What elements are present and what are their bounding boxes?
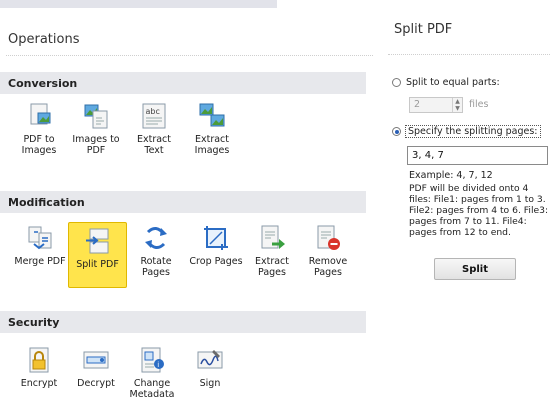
decrypt-icon bbox=[83, 351, 109, 369]
op-pdf-to-images[interactable]: PDF to Images bbox=[10, 102, 68, 156]
merge-pdf-icon bbox=[28, 226, 52, 250]
op-merge-pdf[interactable]: Merge PDF bbox=[10, 224, 70, 267]
divider bbox=[6, 55, 373, 56]
op-label: PDF to Images bbox=[21, 134, 57, 156]
encrypt-icon bbox=[29, 347, 49, 373]
op-label: Images to PDF bbox=[72, 134, 120, 156]
op-label: Rotate Pages bbox=[140, 256, 172, 278]
crop-pages-icon bbox=[204, 226, 228, 250]
stepper-arrows-icon[interactable]: ▲ ▼ bbox=[452, 98, 462, 112]
op-label: Change Metadata bbox=[129, 378, 175, 400]
op-label: Merge PDF bbox=[14, 256, 66, 267]
extract-images-icon bbox=[199, 103, 225, 127]
split-equal-parts-label[interactable]: Split to equal parts: bbox=[406, 77, 500, 88]
operations-title: Operations bbox=[8, 32, 80, 47]
change-metadata-icon: i bbox=[141, 347, 164, 373]
op-label: Crop Pages bbox=[189, 256, 243, 267]
split-button[interactable]: Split bbox=[434, 258, 516, 280]
op-split-pdf[interactable]: Split PDF bbox=[68, 222, 127, 288]
splitting-pages-input[interactable]: 3, 4, 7 bbox=[407, 146, 548, 165]
extract-pages-icon bbox=[261, 225, 285, 249]
op-label: Extract Text bbox=[136, 134, 172, 156]
op-sign[interactable]: Sign bbox=[181, 346, 239, 389]
op-extract-pages[interactable]: Extract Pages bbox=[243, 224, 301, 278]
pdf-to-images-icon bbox=[30, 103, 51, 125]
section-header-security: Security bbox=[0, 311, 366, 333]
split-pdf-panel: Split PDF Split to equal parts: 2 ▲ ▼ fil… bbox=[380, 0, 550, 402]
op-label: Remove Pages bbox=[308, 256, 348, 278]
rotate-pages-icon bbox=[145, 227, 167, 249]
remove-pages-icon bbox=[317, 225, 340, 250]
op-images-to-pdf[interactable]: Images to PDF bbox=[67, 102, 125, 156]
example-text: Example: 4, 7, 12 bbox=[409, 170, 493, 181]
op-decrypt[interactable]: Decrypt bbox=[67, 346, 125, 389]
divider bbox=[388, 54, 550, 55]
op-remove-pages[interactable]: Remove Pages bbox=[299, 224, 357, 278]
split-panel-title: Split PDF bbox=[394, 22, 453, 37]
op-label: Encrypt bbox=[20, 378, 58, 389]
section-header-conversion: Conversion bbox=[0, 72, 366, 94]
op-label: Decrypt bbox=[77, 378, 115, 389]
op-label: Extract Pages bbox=[254, 256, 290, 278]
section-header-modification: Modification bbox=[0, 191, 366, 213]
split-pdf-icon bbox=[85, 228, 108, 254]
parts-count-value: 2 bbox=[414, 99, 421, 110]
op-rotate-pages[interactable]: Rotate Pages bbox=[127, 224, 185, 278]
op-extract-text[interactable]: abc Extract Text bbox=[125, 102, 183, 156]
images-to-pdf-icon bbox=[84, 104, 108, 129]
parts-unit-label: files bbox=[469, 99, 489, 110]
svg-text:i: i bbox=[157, 361, 159, 369]
radio-split-equal-parts[interactable] bbox=[392, 78, 401, 87]
operations-panel: Operations Conversion PDF to Images Imag… bbox=[0, 0, 380, 402]
svg-text:abc: abc bbox=[146, 107, 160, 116]
specify-pages-label[interactable]: Specify the splitting pages: bbox=[405, 125, 541, 138]
sign-icon bbox=[197, 350, 223, 369]
op-label: Split PDF bbox=[76, 259, 119, 270]
extract-text-icon: abc bbox=[142, 103, 166, 129]
op-encrypt[interactable]: Encrypt bbox=[10, 346, 68, 389]
radio-specify-pages[interactable] bbox=[392, 127, 401, 136]
op-crop-pages[interactable]: Crop Pages bbox=[186, 224, 246, 267]
op-extract-images[interactable]: Extract Images bbox=[183, 102, 241, 156]
op-change-metadata[interactable]: i Change Metadata bbox=[123, 346, 181, 400]
op-label: Sign bbox=[199, 378, 221, 389]
parts-count-stepper[interactable]: 2 ▲ ▼ bbox=[409, 97, 463, 113]
op-label: Extract Images bbox=[194, 134, 230, 156]
split-description: PDF will be divided onto 4 files: File1:… bbox=[409, 183, 549, 238]
